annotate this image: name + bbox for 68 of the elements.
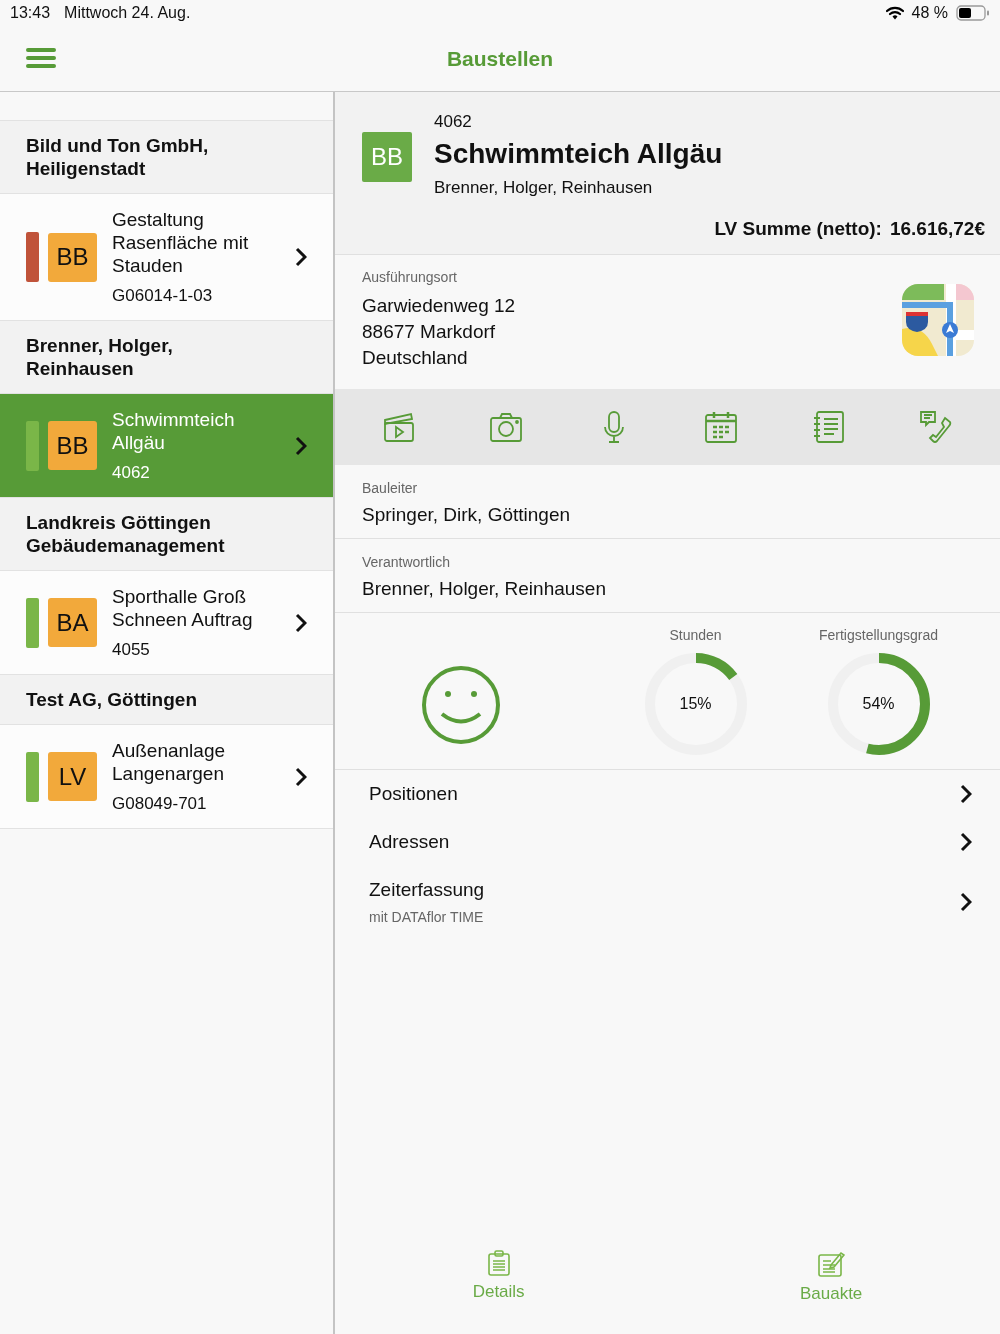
site-title: Sporthalle Groß Schneen Auftrag	[112, 585, 254, 631]
group-header: Brenner, Holger, Reinhausen	[26, 334, 174, 380]
stat-label: Stunden	[669, 627, 722, 643]
stat-reading: 15%	[679, 695, 712, 713]
type-badge: BB	[48, 232, 97, 282]
site-title: Gestaltung Rasenfläche mit Stauden	[112, 208, 250, 277]
site-number: 4062	[434, 112, 473, 132]
wifi-icon	[885, 6, 904, 20]
notebook-icon[interactable]	[811, 410, 846, 444]
site-title: Außenanlage Langenargen	[112, 739, 227, 785]
sum-label: LV Summe (netto):	[714, 218, 882, 240]
field-value: Springer, Dirk, Göttingen	[362, 504, 572, 526]
nav-title: Baustellen	[446, 46, 554, 71]
note-pencil-icon	[817, 1250, 846, 1278]
site-code: G08049-701	[112, 794, 208, 814]
phone-message-icon[interactable]	[919, 410, 954, 444]
link-subtitle: mit DATAflor TIME	[369, 909, 485, 925]
smiley-icon	[421, 665, 501, 745]
status-date: Mittwoch 24. Aug.	[64, 4, 191, 22]
site-title: Schwimmteich Allgäu	[434, 138, 723, 170]
site-list-item[interactable]: BA Sporthalle Groß Schneen Auftrag 4055	[0, 571, 333, 675]
type-badge: BB	[48, 421, 97, 470]
chevron-icon	[960, 892, 972, 912]
type-badge: BB	[362, 132, 412, 182]
field-label: Ausführungsort	[362, 269, 458, 285]
site-list-item[interactable]: BB Schwimmteich Allgäu 4062	[0, 394, 333, 498]
field-value: Brenner, Holger, Reinhausen	[362, 578, 607, 600]
group-header: Test AG, Göttingen	[26, 688, 198, 711]
chevron-icon	[295, 247, 307, 267]
type-badge: BA	[48, 598, 97, 647]
group-header: Bild und Ton GmbH, Heiligenstadt	[26, 134, 210, 180]
type-badge: LV	[48, 752, 97, 801]
map-app-icon[interactable]	[902, 284, 974, 356]
status-time: 13:43	[10, 4, 51, 22]
address-line: 88677 Markdorf	[362, 320, 497, 344]
field-label: Verantwortlich	[362, 554, 451, 570]
address-line: Garwiedenweg 12	[362, 294, 516, 318]
nav-link-row[interactable]: Zeiterfassung mit DATAflor TIME	[369, 866, 1000, 938]
site-list-item[interactable]: LV Außenanlage Langenargen G08049-701	[0, 725, 333, 829]
calendar-icon[interactable]	[704, 410, 739, 444]
camera-icon[interactable]	[489, 410, 524, 444]
sum-value: 16.616,72€	[889, 218, 985, 240]
nav-link-row[interactable]: Adressen	[369, 818, 1000, 866]
site-client: Brenner, Holger, Reinhausen	[434, 178, 654, 198]
site-title: Schwimmteich Allgäu	[112, 408, 236, 454]
clipboard-icon	[486, 1250, 511, 1276]
battery-percent: 48 %	[911, 4, 948, 22]
chevron-icon	[960, 784, 972, 804]
link-title: Zeiterfassung	[369, 879, 485, 901]
site-code: 4062	[112, 463, 151, 483]
site-list-item[interactable]: BB Gestaltung Rasenfläche mit Stauden G06014-1-03	[0, 194, 333, 321]
stat-reading: 54%	[862, 695, 895, 713]
site-code: 4055	[112, 640, 151, 660]
link-title: Adressen	[369, 831, 450, 853]
menu-icon[interactable]	[26, 47, 56, 69]
chevron-icon	[295, 435, 307, 456]
chevron-icon	[295, 612, 307, 633]
chevron-icon	[960, 832, 972, 852]
stat-label: Fertigstellungsgrad	[818, 627, 939, 643]
site-code: G06014-1-03	[112, 286, 214, 306]
nav-link-row[interactable]: Positionen	[369, 770, 1000, 818]
video-icon[interactable]	[381, 410, 416, 444]
address-line: Deutschland	[362, 346, 469, 370]
group-header: Landkreis Göttingen Gebäudemanagement	[26, 511, 226, 557]
field-label: Bauleiter	[362, 480, 419, 496]
link-title: Positionen	[369, 783, 458, 805]
battery-icon	[956, 5, 990, 21]
chevron-icon	[295, 766, 307, 787]
